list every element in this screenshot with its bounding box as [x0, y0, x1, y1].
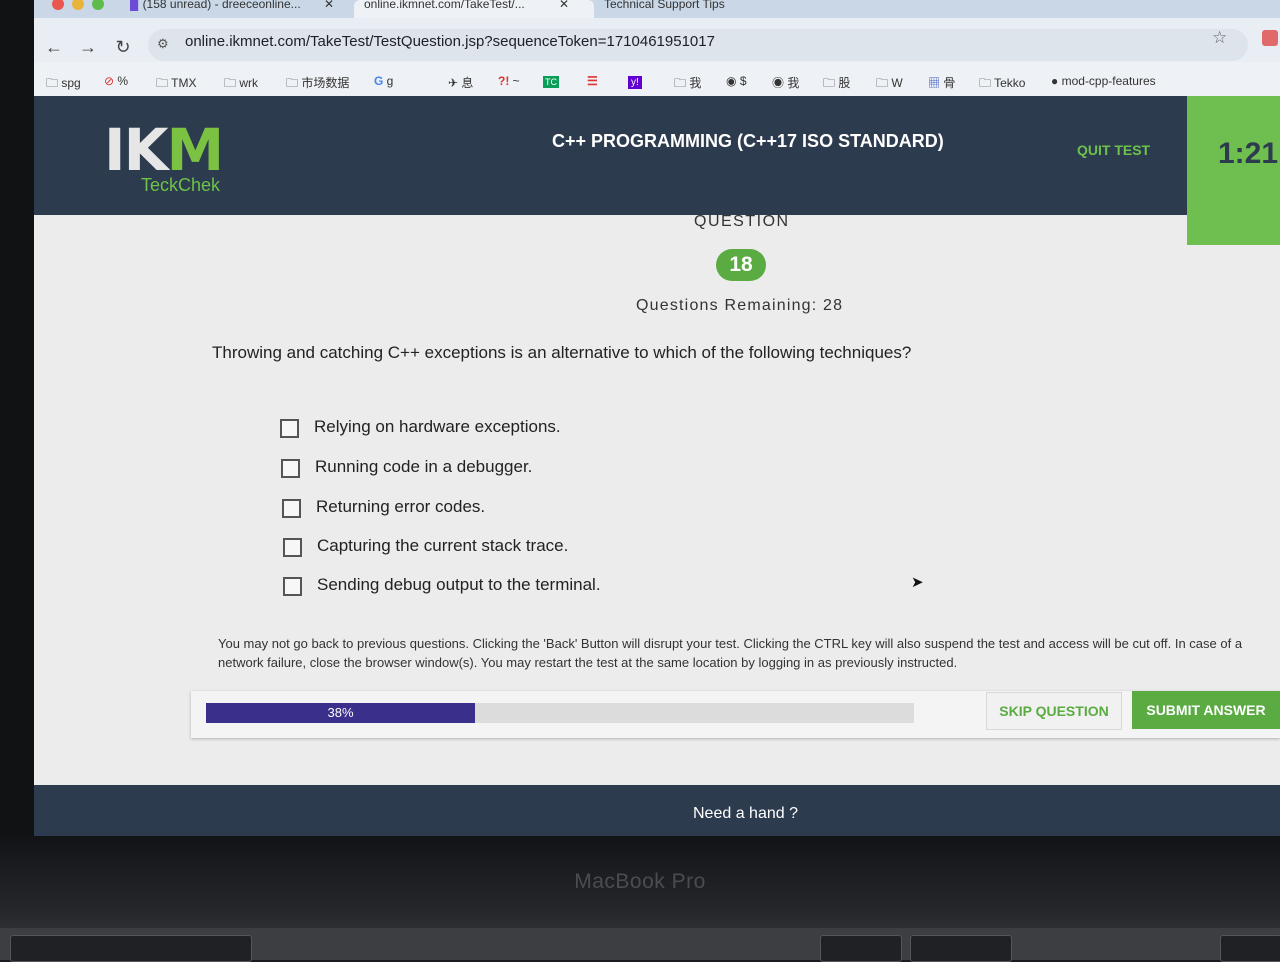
tab-label: Technical Support Tips — [604, 0, 725, 11]
close-window-icon[interactable] — [52, 0, 64, 10]
bookmark-wrk[interactable]: 🗀 wrk — [224, 74, 258, 95]
browser-tab-ikm[interactable]: online.ikmnet.com/TakeTest/... — [354, 0, 594, 18]
bookmark-star-icon[interactable]: ☆ — [1212, 28, 1227, 48]
keyboard-key — [1220, 935, 1280, 962]
bookmark-google[interactable]: G g — [374, 74, 393, 88]
device-label: MacBook Pro — [574, 870, 706, 893]
need-a-hand-link[interactable]: Need a hand ? — [693, 805, 798, 823]
answer-option-label: Sending debug output to the terminal. — [317, 575, 601, 594]
github-icon: ● — [1051, 74, 1062, 88]
answer-option-label: Capturing the current stack trace. — [317, 536, 569, 555]
bookmark-wo-2[interactable]: ◉ 我 — [772, 74, 799, 91]
questions-remaining: Questions Remaining: 28 — [636, 297, 844, 314]
forward-arrow-icon[interactable]: → — [74, 33, 102, 61]
bookmark-gu[interactable]: 🗀 股 — [823, 74, 850, 95]
yahoo-icon[interactable]: y! — [628, 74, 642, 89]
folder-icon: 🗀 — [876, 76, 892, 90]
question-text: Throwing and catching C++ exceptions is … — [212, 343, 912, 362]
ikm-logo: IKM — [104, 116, 224, 184]
page-footer — [34, 785, 1280, 836]
bookmark-dollar[interactable]: ◉ $ — [726, 74, 747, 88]
answer-checkbox[interactable] — [281, 459, 300, 478]
globe-icon: ◉ — [726, 74, 740, 88]
test-notice: You may not go back to previous question… — [218, 636, 1243, 670]
answer-option-label: Relying on hardware exceptions. — [314, 417, 561, 436]
bookmark-percent[interactable]: ⊘ % — [104, 74, 128, 88]
folder-icon: 🗀 — [823, 76, 839, 90]
progress-bar: 38% — [206, 703, 914, 723]
tab-label: (158 unread) - dreeceonline... — [142, 0, 301, 11]
reload-icon[interactable]: ↻ — [109, 33, 137, 61]
tc-icon[interactable]: TC — [543, 74, 559, 88]
keyboard-key — [910, 935, 1012, 962]
extension-icon[interactable] — [1262, 30, 1278, 46]
site-icon: ?! — [498, 74, 513, 88]
folder-icon: 🗀 — [46, 76, 62, 90]
timer-text: 1:21 — [1218, 137, 1279, 170]
browser-tab-support[interactable]: Technical Support Tips — [594, 0, 834, 18]
answer-checkbox[interactable] — [283, 577, 302, 596]
folder-icon: 🗀 — [674, 76, 690, 90]
grid-icon: ▦ — [928, 76, 944, 90]
submit-answer-button[interactable]: SUBMIT ANSWER — [1132, 691, 1280, 729]
no-entry-icon: ⊘ — [104, 74, 118, 88]
question-number-badge: 18 — [716, 249, 766, 281]
close-tab-icon[interactable]: ✕ — [559, 0, 569, 18]
url-text[interactable]: online.ikmnet.com/TakeTest/TestQuestion.… — [185, 33, 715, 50]
logo-subtitle: TeckChek — [141, 175, 221, 195]
browser-tab-strip: ▉ (158 unread) - dreeceonline... ✕ onlin… — [34, 0, 1280, 18]
folder-icon: 🗀 — [286, 76, 302, 90]
keyboard-key — [820, 935, 902, 962]
bookmark-xi[interactable]: ✈ 息 — [448, 74, 473, 91]
screen-bezel-left — [0, 0, 34, 960]
bookmark-spg[interactable]: 🗀 spg — [46, 74, 81, 95]
bookmark-tmx[interactable]: 🗀 TMX — [156, 74, 196, 95]
bookmark-market-data[interactable]: 🗀 市场数据 — [286, 74, 349, 95]
folder-icon: 🗀 — [979, 76, 995, 90]
site-settings-icon[interactable]: ⚙ — [157, 36, 169, 52]
answer-checkbox[interactable] — [280, 419, 299, 438]
site-icon: ✈ — [448, 76, 462, 90]
quit-test-button[interactable]: QUIT TEST — [1077, 142, 1150, 158]
mouse-pointer-icon: ➤ — [911, 574, 924, 591]
answer-option-label: Returning error codes. — [316, 497, 486, 516]
back-arrow-icon[interactable]: ← — [40, 33, 68, 61]
globe-icon: ◉ — [772, 76, 788, 90]
answer-option-label: Running code in a debugger. — [315, 457, 533, 476]
bookmark-mod-cpp-features[interactable]: ● mod-cpp-features — [1051, 74, 1156, 88]
browser-tab-mail[interactable]: ▉ (158 unread) - dreeceonline... — [130, 0, 340, 18]
close-tab-icon[interactable]: ✕ — [324, 0, 334, 18]
mail-icon: ▉ — [130, 0, 143, 11]
question-label: QUESTION — [694, 213, 790, 230]
bookmark-gu2[interactable]: ▦ 骨 — [928, 74, 955, 91]
folder-icon: 🗀 — [224, 76, 240, 90]
bookmark-tilde[interactable]: ?! ~ — [498, 74, 520, 88]
answer-checkbox[interactable] — [283, 538, 302, 557]
answer-checkbox[interactable] — [282, 499, 301, 518]
skip-question-button[interactable]: SKIP QUESTION — [986, 692, 1122, 730]
google-icon: G — [374, 74, 387, 88]
menu-lines-icon[interactable]: ☰ — [587, 74, 598, 88]
folder-icon: 🗀 — [156, 76, 172, 90]
test-title: C++ PROGRAMMING (C++17 ISO STANDARD) — [552, 131, 944, 151]
progress-fill: 38% — [206, 703, 476, 723]
bookmark-tekko[interactable]: 🗀 Tekko — [979, 74, 1025, 95]
tab-label: online.ikmnet.com/TakeTest/... — [364, 0, 525, 11]
keyboard-key — [10, 935, 252, 962]
zoom-window-icon[interactable] — [92, 0, 104, 10]
bookmark-w[interactable]: 🗀 W — [876, 74, 903, 95]
minimize-window-icon[interactable] — [72, 0, 84, 10]
bookmark-wo-1[interactable]: 🗀 我 — [674, 74, 701, 95]
